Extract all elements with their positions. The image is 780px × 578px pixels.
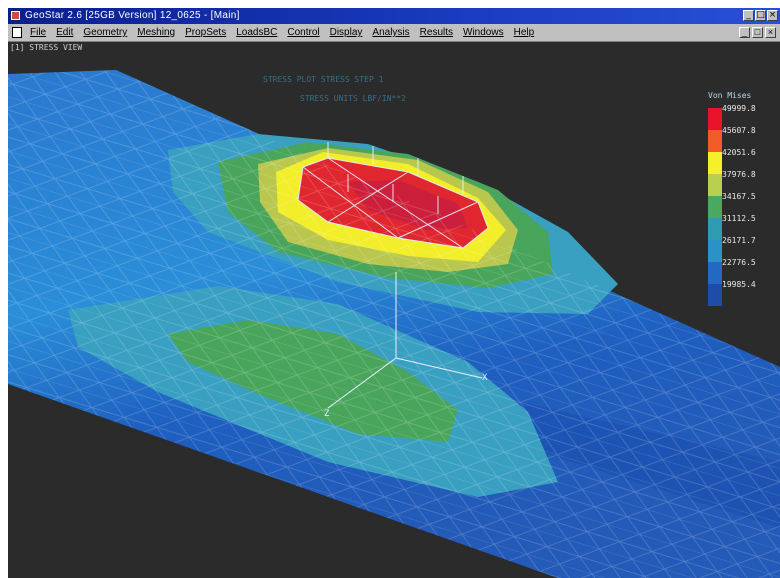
menu-bar: File Edit Geometry Meshing PropSets Load… <box>8 24 780 42</box>
menu-loadsbc[interactable]: LoadsBC <box>236 24 277 42</box>
mesh-wireframe <box>8 70 780 578</box>
mdi-restore-icon[interactable]: □ <box>752 27 763 38</box>
title-bar[interactable]: GeoStar 2.6 [25GB Version] 12_0625 - [Ma… <box>8 8 780 24</box>
menu-help[interactable]: Help <box>514 24 535 42</box>
menu-file[interactable]: File <box>30 24 46 42</box>
document-icon[interactable] <box>12 27 22 38</box>
legend-value: 31112.5 <box>722 214 756 223</box>
menu-meshing[interactable]: Meshing <box>137 24 175 42</box>
legend-swatch <box>708 152 722 174</box>
axis-z-label: Z <box>324 409 330 419</box>
menu-display[interactable]: Display <box>330 24 363 42</box>
legend-value: 42051.6 <box>722 148 756 157</box>
legend-swatch <box>708 218 722 240</box>
mdi-close-icon[interactable]: × <box>765 27 776 38</box>
legend-swatch <box>708 196 722 218</box>
legend-title: Von Mises <box>708 91 752 100</box>
legend-value: 22776.5 <box>722 258 756 267</box>
minimize-icon[interactable]: _ <box>743 10 754 21</box>
viewport-tag: [1] STRESS VIEW <box>10 43 83 52</box>
legend-value: 34167.5 <box>722 192 756 201</box>
legend-swatch <box>708 174 722 196</box>
legend-value: 37976.8 <box>722 170 756 179</box>
axis-x-label: X <box>482 373 488 383</box>
legend-swatch <box>708 262 722 284</box>
legend-colorbar <box>708 108 722 306</box>
legend-value: 26171.7 <box>722 236 756 245</box>
mdi-controls: _ □ × <box>739 27 776 38</box>
menu-analysis[interactable]: Analysis <box>372 24 409 42</box>
mdi-minimize-icon[interactable]: _ <box>739 27 750 38</box>
maximize-icon[interactable]: □ <box>755 10 766 21</box>
legend-swatch <box>708 284 722 306</box>
legend-value: 49999.8 <box>722 104 756 113</box>
plot-title-line1: STRESS PLOT STRESS STEP 1 <box>263 75 384 84</box>
legend-value: 19985.4 <box>722 280 756 289</box>
stress-contour-plot: X Z <box>8 70 780 578</box>
legend-swatch <box>708 240 722 262</box>
menu-geometry[interactable]: Geometry <box>83 24 127 42</box>
application-window: GeoStar 2.6 [25GB Version] 12_0625 - [Ma… <box>8 8 780 578</box>
legend-swatch <box>708 130 722 152</box>
close-icon[interactable]: × <box>767 10 778 21</box>
menu-results[interactable]: Results <box>420 24 453 42</box>
legend-value: 45607.8 <box>722 126 756 135</box>
legend-swatch <box>708 108 722 130</box>
app-icon[interactable] <box>11 11 20 20</box>
window-title: GeoStar 2.6 [25GB Version] 12_0625 - [Ma… <box>25 10 240 21</box>
menu-propsets[interactable]: PropSets <box>185 24 226 42</box>
menu-control[interactable]: Control <box>287 24 319 42</box>
menu-edit[interactable]: Edit <box>56 24 73 42</box>
plot-title-line2: STRESS UNITS LBF/IN**2 <box>300 94 406 103</box>
menu-windows[interactable]: Windows <box>463 24 504 42</box>
fea-viewport[interactable]: X Z [1] STRESS VIEW STRESS PLOT STRESS S… <box>8 42 780 578</box>
menu-items: File Edit Geometry Meshing PropSets Load… <box>30 24 534 42</box>
